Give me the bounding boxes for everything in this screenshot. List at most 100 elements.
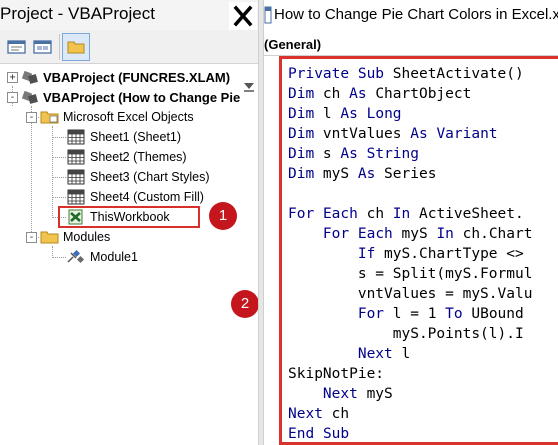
code-keyword: Next: [357, 346, 393, 362]
code-keyword: For: [357, 306, 385, 322]
tree-label: Sheet3 (Chart Styles): [90, 170, 210, 184]
expand-toggle[interactable]: +: [7, 72, 18, 83]
code-keyword: Sub: [322, 426, 350, 442]
code-line[interactable]: If myS.ChartType <>: [288, 244, 532, 264]
module-icon: [67, 249, 85, 264]
code-keyword: As: [410, 126, 428, 142]
code-keyword: For: [322, 226, 350, 242]
code-keyword: In: [392, 206, 411, 222]
tree-label: ThisWorkbook: [90, 210, 170, 224]
project-toolbar: [0, 30, 258, 92]
tree-connector: [52, 126, 53, 218]
object-dropdown-value: (General): [264, 37, 322, 52]
worksheet-icon: [67, 129, 85, 145]
code-keyword: If: [357, 246, 376, 262]
code-editor[interactable]: Private Sub SheetActivate() Dim ch As Cha…: [288, 64, 533, 442]
code-keyword: End: [288, 426, 315, 442]
code-keyword: Next: [288, 406, 323, 422]
code-keyword: As: [357, 166, 376, 182]
code-keyword: As: [349, 86, 367, 102]
code-line[interactable]: Dim vntValues As Variant: [288, 124, 532, 144]
toolbar-divider: [59, 34, 60, 60]
folder-icon: [40, 231, 59, 244]
code-line[interactable]: s = Split(myS.Formul: [288, 264, 533, 284]
worksheet-icon: [67, 189, 85, 205]
collapse-toggle[interactable]: -: [26, 232, 37, 243]
tree-label: VBAProject (FUNCRES.XLAM): [43, 69, 231, 85]
tree-node-sheet4[interactable]: Sheet4 (Custom Fill): [66, 187, 204, 207]
tree-node-sheet1[interactable]: Sheet1 (Sheet1): [66, 127, 181, 147]
code-line[interactable]: Next l: [288, 344, 532, 364]
project-title-bar: Project - VBAProject: [0, 0, 258, 30]
code-line[interactable]: Next ch: [288, 404, 532, 424]
tree-node-sheet3[interactable]: Sheet3 (Chart Styles): [66, 167, 210, 187]
code-line[interactable]: myS.Points(l).I: [288, 324, 532, 344]
tree-node-sheet2[interactable]: Sheet2 (Themes): [66, 147, 187, 167]
code-line[interactable]: For Each myS In ch.Chart: [288, 224, 533, 244]
code-line[interactable]: Next myS: [288, 384, 532, 404]
tree-connector: [52, 257, 66, 258]
code-keyword: In: [436, 226, 454, 242]
worksheet-icon: [67, 169, 85, 185]
code-keyword: Long: [366, 106, 402, 122]
code-keyword: Each: [357, 226, 393, 242]
code-keyword: Sub: [357, 66, 385, 82]
code-keyword: To: [445, 306, 463, 322]
project-explorer: Project - VBAProject + VBAProject (FUNCR…: [0, 0, 259, 445]
tree-node-thisworkbook[interactable]: ThisWorkbook: [66, 207, 170, 227]
tree-node-funcres-project[interactable]: VBAProject (FUNCRES.XLAM): [21, 67, 230, 87]
code-line[interactable]: End Sub: [288, 424, 532, 442]
vba-project-icon: [21, 70, 38, 84]
code-keyword: For: [288, 206, 315, 222]
code-line[interactable]: Dim myS As Series: [288, 164, 532, 184]
tree-connector: [52, 197, 66, 198]
code-window-icon: [264, 6, 272, 24]
code-keyword: Dim: [288, 166, 315, 182]
vba-project-icon: [21, 90, 38, 104]
code-line[interactable]: Private Sub SheetActivate(): [288, 64, 532, 84]
code-line[interactable]: Dim l As Long: [288, 104, 532, 124]
code-line[interactable]: For Each ch In ActiveSheet.: [288, 204, 532, 224]
code-keyword: Private: [288, 66, 350, 82]
code-line[interactable]: [288, 184, 532, 204]
tree-label: Modules: [63, 230, 111, 244]
project-tree: + VBAProject (FUNCRES.XLAM) - VBAProject…: [0, 64, 259, 445]
tree-label: Microsoft Excel Objects: [63, 110, 194, 124]
code-line[interactable]: SkipNotPie:: [288, 364, 532, 384]
code-keyword: Dim: [288, 146, 315, 162]
collapse-toggle[interactable]: -: [7, 92, 18, 103]
tree-connector: [52, 157, 66, 158]
code-editor-highlight[interactable]: Private Sub SheetActivate() Dim ch As Cha…: [279, 56, 558, 445]
code-keyword: Dim: [288, 106, 315, 122]
tree-label: Sheet1 (Sheet1): [90, 130, 182, 144]
code-line[interactable]: vntValues = myS.Valu: [288, 284, 533, 304]
tree-label: VBAProject (How to Change Pie: [43, 89, 241, 105]
code-window: How to Change Pie Chart Colors in Excel.…: [264, 0, 558, 445]
view-object-icon[interactable]: [31, 35, 55, 59]
tree-node-pie-project[interactable]: VBAProject (How to Change Pie: [21, 87, 240, 107]
code-keyword: Next: [322, 386, 358, 402]
tree-node-modules[interactable]: Modules: [40, 227, 110, 247]
tree-node-module1[interactable]: Module1: [66, 247, 138, 267]
project-title: Project - VBAProject: [0, 4, 155, 23]
code-line[interactable]: Dim ch As ChartObject: [288, 84, 532, 104]
object-dropdown[interactable]: (General): [264, 34, 558, 56]
tree-label: Sheet4 (Custom Fill): [90, 190, 204, 204]
view-code-icon[interactable]: [5, 35, 29, 59]
code-keyword: String: [366, 146, 419, 162]
tree-node-excel-objects[interactable]: Microsoft Excel Objects: [40, 107, 194, 127]
code-line[interactable]: For l = 1 To UBound: [288, 304, 532, 324]
code-keyword: As: [340, 146, 358, 162]
toggle-folders-button[interactable]: [62, 33, 90, 61]
folder-icon: [40, 111, 59, 124]
worksheet-icon: [67, 149, 85, 165]
workbook-icon: [68, 209, 83, 225]
tree-connector: [31, 106, 32, 236]
code-keyword: Dim: [288, 86, 315, 102]
close-icon[interactable]: [229, 2, 257, 30]
tree-connector: [52, 137, 66, 138]
collapse-toggle[interactable]: -: [26, 112, 37, 123]
code-keyword: Variant: [436, 126, 498, 142]
code-line[interactable]: Dim s As String: [288, 144, 532, 164]
callout-badge-2: 2: [231, 290, 259, 318]
